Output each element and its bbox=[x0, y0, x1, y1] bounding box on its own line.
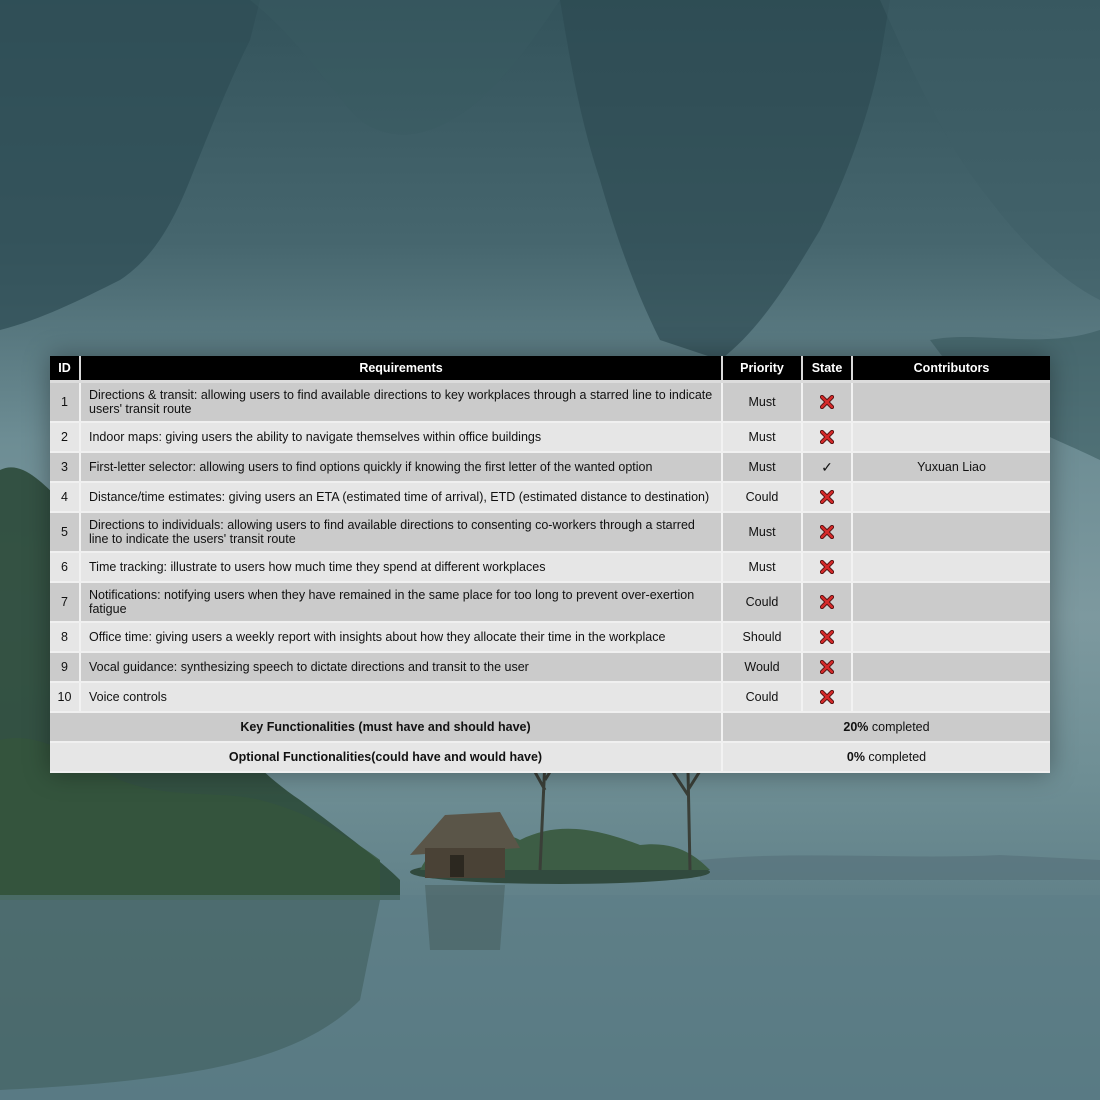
checkmark-icon: ✓ bbox=[821, 458, 833, 475]
row-id: 6 bbox=[50, 552, 81, 583]
row-priority: Must bbox=[722, 381, 803, 423]
table-row: 2 Indoor maps: giving users the ability t… bbox=[50, 422, 1050, 453]
header-contributors: Contributors bbox=[852, 356, 1050, 383]
requirements-table-panel: ID Requirements Priority State Contribut… bbox=[50, 356, 1050, 773]
header-id: ID bbox=[50, 356, 81, 383]
summary-key-suffix: completed bbox=[868, 720, 930, 734]
row-state bbox=[802, 381, 853, 423]
row-contributor bbox=[852, 381, 1050, 423]
table-row: 5 Directions to individuals: allowing use… bbox=[50, 512, 1050, 553]
row-contributor bbox=[852, 582, 1050, 623]
row-state bbox=[802, 512, 853, 553]
red-x-icon bbox=[820, 690, 834, 705]
header-priority: Priority bbox=[722, 356, 803, 383]
table-row: 9 Vocal guidance: synthesizing speech to … bbox=[50, 652, 1050, 683]
table-row: 3 First-letter selector: allowing users t… bbox=[50, 452, 1050, 483]
row-priority: Must bbox=[722, 422, 803, 453]
row-state bbox=[802, 552, 853, 583]
red-x-icon bbox=[820, 430, 834, 445]
requirements-table: ID Requirements Priority State Contribut… bbox=[50, 356, 1050, 773]
row-priority: Would bbox=[722, 652, 803, 683]
row-id: 10 bbox=[50, 682, 81, 713]
summary-row-key: Key Functionalities (must have and shoul… bbox=[50, 712, 1050, 743]
row-contributor bbox=[852, 482, 1050, 513]
row-requirement: First-letter selector: allowing users to… bbox=[80, 452, 723, 483]
row-priority: Must bbox=[722, 452, 803, 483]
row-requirement: Notifications: notifying users when they… bbox=[80, 582, 723, 623]
red-x-icon bbox=[820, 630, 834, 645]
row-id: 3 bbox=[50, 452, 81, 483]
summary-key-percent: 20% bbox=[843, 720, 869, 734]
red-x-icon bbox=[820, 660, 834, 675]
row-priority: Should bbox=[722, 622, 803, 653]
row-id: 8 bbox=[50, 622, 81, 653]
red-x-icon bbox=[820, 525, 834, 540]
row-priority: Must bbox=[722, 512, 803, 553]
row-id: 2 bbox=[50, 422, 81, 453]
row-priority: Could bbox=[722, 482, 803, 513]
red-x-icon bbox=[820, 560, 834, 575]
row-contributor bbox=[852, 622, 1050, 653]
row-contributor bbox=[852, 422, 1050, 453]
row-contributor bbox=[852, 682, 1050, 713]
summary-key-label: Key Functionalities (must have and shoul… bbox=[50, 712, 723, 743]
row-state bbox=[802, 622, 853, 653]
red-x-icon bbox=[820, 395, 834, 410]
header-state: State bbox=[802, 356, 853, 383]
row-contributor: Yuxuan Liao bbox=[852, 452, 1050, 483]
row-id: 9 bbox=[50, 652, 81, 683]
row-priority: Could bbox=[722, 682, 803, 713]
row-requirement: Voice controls bbox=[80, 682, 723, 713]
row-contributor bbox=[852, 552, 1050, 583]
row-id: 7 bbox=[50, 582, 81, 623]
row-requirement: Directions to individuals: allowing user… bbox=[80, 512, 723, 553]
row-priority: Must bbox=[722, 552, 803, 583]
row-requirement: Distance/time estimates: giving users an… bbox=[80, 482, 723, 513]
table-body: 1 Directions & transit: allowing users to… bbox=[50, 381, 1050, 713]
summary-optional-percent: 0% bbox=[846, 750, 865, 764]
row-requirement: Vocal guidance: synthesizing speech to d… bbox=[80, 652, 723, 683]
row-priority: Could bbox=[722, 582, 803, 623]
summary-row-optional: Optional Functionalities(could have and … bbox=[50, 742, 1050, 773]
row-requirement: Time tracking: illustrate to users how m… bbox=[80, 552, 723, 583]
row-requirement: Office time: giving users a weekly repor… bbox=[80, 622, 723, 653]
row-requirement: Directions & transit: allowing users to … bbox=[80, 381, 723, 423]
row-state bbox=[802, 682, 853, 713]
row-contributor bbox=[852, 652, 1050, 683]
row-state bbox=[802, 582, 853, 623]
red-x-icon bbox=[820, 595, 834, 610]
summary-optional-suffix: completed bbox=[864, 750, 927, 764]
row-id: 1 bbox=[50, 381, 81, 423]
header-requirements: Requirements bbox=[80, 356, 723, 383]
summary-optional-label: Optional Functionalities(could have and … bbox=[50, 742, 723, 773]
row-state: ✓ bbox=[802, 452, 853, 483]
table-row: 1 Directions & transit: allowing users to… bbox=[50, 381, 1050, 423]
row-state bbox=[802, 422, 853, 453]
red-x-icon bbox=[820, 490, 834, 505]
row-id: 4 bbox=[50, 482, 81, 513]
row-requirement: Indoor maps: giving users the ability to… bbox=[80, 422, 723, 453]
row-id: 5 bbox=[50, 512, 81, 553]
table-row: 4 Distance/time estimates: giving users a… bbox=[50, 482, 1050, 513]
row-contributor bbox=[852, 512, 1050, 553]
summary-optional-value: 0% completed bbox=[722, 742, 1050, 773]
summary-key-value: 20% completed bbox=[722, 712, 1050, 743]
row-state bbox=[802, 652, 853, 683]
table-row: 8 Office time: giving users a weekly repo… bbox=[50, 622, 1050, 653]
table-row: 10 Voice controls Could bbox=[50, 682, 1050, 713]
table-row: 6 Time tracking: illustrate to users how … bbox=[50, 552, 1050, 583]
table-header-row: ID Requirements Priority State Contribut… bbox=[50, 356, 1050, 383]
table-row: 7 Notifications: notifying users when the… bbox=[50, 582, 1050, 623]
row-state bbox=[802, 482, 853, 513]
